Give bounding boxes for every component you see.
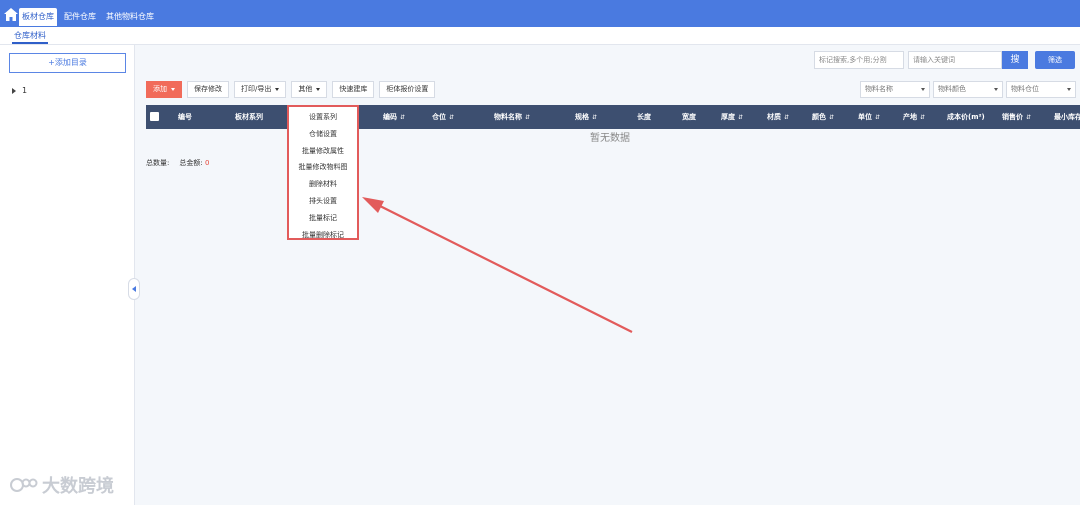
annotation-arrow-icon — [362, 197, 633, 333]
watermark-logo: 大数跨境 — [8, 472, 114, 498]
watermark-icon — [10, 478, 38, 492]
watermark-text: 大数跨境 — [42, 476, 114, 497]
